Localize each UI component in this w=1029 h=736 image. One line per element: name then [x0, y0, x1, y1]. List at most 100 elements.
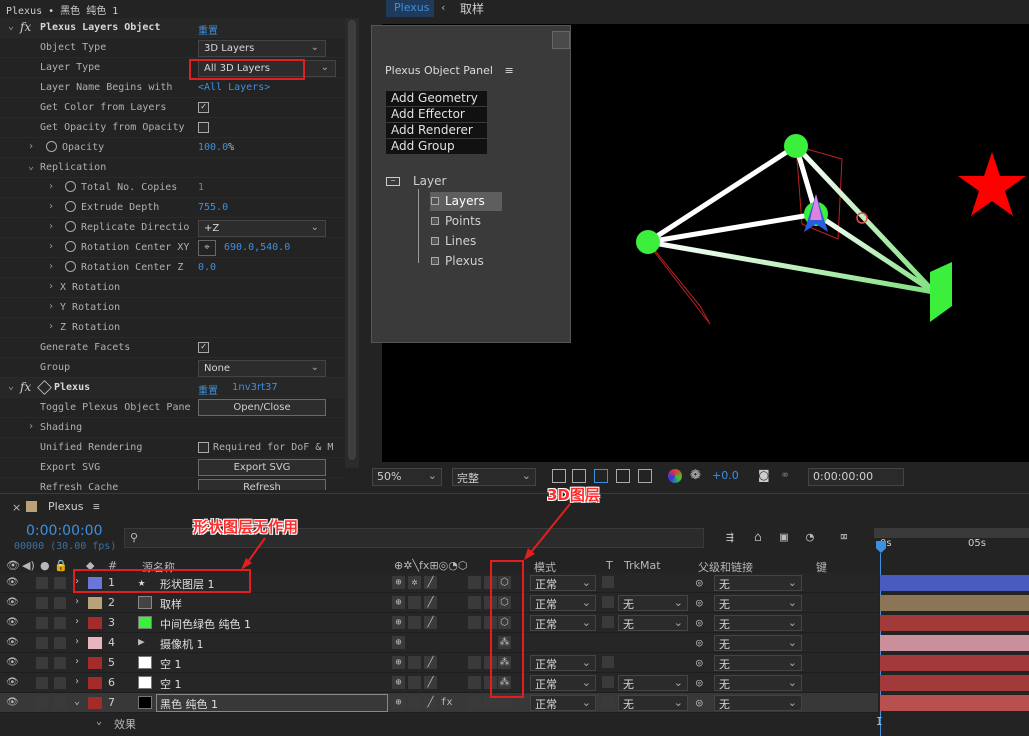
color-channel-icon[interactable]: [668, 469, 682, 483]
table-row[interactable]: 👁 › 6 空 1 ⊕ ╱ ⁂ 正常 ⌄ 无 ⌄ ◎ 无 ⌄: [0, 673, 878, 693]
table-row[interactable]: 👁 ⌄ 7 黑色 纯色 1 ⊕ ╱ fx 正常 ⌄ 无 ⌄ ◎ 无 ⌄: [0, 693, 878, 713]
timecode-display[interactable]: 0:00:00:00: [808, 468, 904, 486]
layer-duration-bar[interactable]: [880, 675, 1029, 691]
lock-toggle[interactable]: [54, 597, 66, 609]
layer-duration-bar[interactable]: [880, 655, 1029, 671]
trkmat-dropdown[interactable]: 无 ⌄: [618, 615, 688, 631]
stopwatch-icon[interactable]: [65, 241, 76, 252]
chevron-right-icon[interactable]: ›: [48, 301, 54, 312]
layer-name[interactable]: 中间色绿色 纯色 1: [160, 616, 251, 632]
chevron-down-icon[interactable]: ⌄: [74, 696, 80, 707]
stopwatch-icon[interactable]: [65, 181, 76, 192]
stopwatch-icon[interactable]: [65, 261, 76, 272]
tree-item-plexus[interactable]: Plexus: [445, 254, 484, 268]
collapse-icon[interactable]: −: [386, 177, 400, 186]
motion-blur-icon[interactable]: ◔: [806, 530, 814, 545]
refresh-button[interactable]: Refresh: [198, 479, 326, 490]
chevron-right-icon[interactable]: ›: [74, 596, 80, 607]
stopwatch-icon[interactable]: [46, 141, 57, 152]
label-color[interactable]: [88, 697, 102, 709]
mode-dropdown[interactable]: 正常 ⌄: [530, 655, 596, 671]
prop-value[interactable]: 0.0: [198, 262, 216, 273]
chevron-down-icon[interactable]: ⌄: [96, 716, 102, 727]
table-row[interactable]: 👁 › 5 空 1 ⊕ ╱ ⁂ 正常 ⌄ ◎ 无 ⌄: [0, 653, 878, 673]
chevron-right-icon[interactable]: ›: [48, 261, 54, 272]
mask-icon[interactable]: [594, 469, 608, 483]
quality-switch[interactable]: ╱: [424, 696, 437, 709]
lock-toggle[interactable]: [54, 677, 66, 689]
prop-value[interactable]: 100.0%: [198, 142, 234, 153]
quality-switch[interactable]: ╱: [424, 676, 437, 689]
chevron-down-icon[interactable]: ⌄: [8, 381, 14, 392]
chevron-right-icon[interactable]: ›: [28, 141, 34, 152]
solo-toggle[interactable]: [36, 677, 48, 689]
chevron-right-icon[interactable]: ›: [48, 281, 54, 292]
parent-dropdown[interactable]: 无 ⌄: [714, 595, 802, 611]
prop-value[interactable]: 755.0: [198, 202, 228, 213]
shy-switch[interactable]: ⊕: [392, 656, 405, 669]
layer-duration-bar[interactable]: [880, 575, 1029, 591]
group-dropdown[interactable]: None ⌄: [198, 360, 326, 377]
link-icon[interactable]: ⚭: [780, 468, 790, 482]
chevron-right-icon[interactable]: ›: [74, 676, 80, 687]
tab-plexus[interactable]: Plexus: [386, 0, 434, 17]
label-color[interactable]: [88, 677, 102, 689]
frame-blend-icon[interactable]: ▣: [780, 530, 788, 545]
export-svg-button[interactable]: Export SVG: [198, 459, 326, 476]
motion-blur-switch[interactable]: [468, 656, 481, 669]
tree-root-layer[interactable]: Layer: [413, 174, 446, 188]
effect-plexus[interactable]: ⌄ fx Plexus 重置 1nv3rt37: [0, 378, 345, 398]
preserve-transparency[interactable]: [602, 596, 614, 608]
menu-icon[interactable]: ≡: [504, 64, 513, 77]
pickwhip-icon[interactable]: ◎: [696, 676, 703, 689]
solo-toggle[interactable]: [36, 657, 48, 669]
mode-dropdown[interactable]: 正常 ⌄: [530, 675, 596, 691]
get-color-checkbox[interactable]: ✓: [198, 102, 209, 113]
shy-switch[interactable]: ⊕: [392, 576, 405, 589]
reset-link[interactable]: 重置: [198, 382, 218, 397]
replicate-direction-dropdown[interactable]: +Z ⌄: [198, 220, 326, 237]
preserve-transparency[interactable]: [602, 676, 614, 688]
layer-name[interactable]: 摄像机 1: [160, 636, 204, 652]
label-color[interactable]: [88, 637, 102, 649]
timeline-comp-name[interactable]: Plexus: [48, 500, 83, 513]
lock-toggle[interactable]: [54, 657, 66, 669]
mode-dropdown[interactable]: 正常 ⌄: [530, 695, 596, 711]
chevron-right-icon[interactable]: ›: [28, 421, 34, 432]
fx-icon[interactable]: fx: [20, 380, 31, 394]
pickwhip-icon[interactable]: ◎: [696, 656, 703, 669]
add-geometry-button[interactable]: Add Geometry: [386, 91, 487, 106]
chevron-right-icon[interactable]: ›: [48, 201, 54, 212]
parent-dropdown[interactable]: 无 ⌄: [714, 575, 802, 591]
timeline-time[interactable]: 0:00:00:00: [26, 523, 103, 539]
quality-switch[interactable]: ╱: [424, 656, 437, 669]
exposure-reset-icon[interactable]: ❁: [690, 468, 701, 483]
effects-group-label[interactable]: 效果: [114, 716, 136, 732]
stopwatch-icon[interactable]: [65, 221, 76, 232]
solo-toggle[interactable]: [36, 617, 48, 629]
motion-blur-switch[interactable]: [468, 676, 481, 689]
shy-switch[interactable]: ⊕: [392, 636, 405, 649]
mode-dropdown[interactable]: 正常 ⌄: [530, 595, 596, 611]
chevron-right-icon[interactable]: ›: [48, 241, 54, 252]
prop-value[interactable]: 690.0,540.0: [224, 242, 290, 253]
eye-icon[interactable]: 👁: [6, 577, 19, 588]
collapse-switch[interactable]: [408, 676, 421, 689]
chevron-down-icon[interactable]: ⌄: [8, 21, 14, 32]
stopwatch-icon[interactable]: [65, 201, 76, 212]
exposure-value[interactable]: +0.0: [712, 469, 739, 482]
eye-icon[interactable]: 👁: [6, 677, 19, 688]
lock-toggle[interactable]: [54, 617, 66, 629]
quality-switch[interactable]: ╱: [424, 596, 437, 609]
resolution-dropdown[interactable]: 完整 ⌄: [452, 468, 536, 486]
chevron-left-icon[interactable]: ‹: [440, 1, 447, 14]
shy-switch[interactable]: ⊕: [392, 676, 405, 689]
unified-rendering-checkbox[interactable]: [198, 442, 209, 453]
preserve-transparency[interactable]: [602, 696, 614, 708]
mode-dropdown[interactable]: 正常 ⌄: [530, 615, 596, 631]
layer-name[interactable]: 空 1: [160, 676, 182, 692]
mode-dropdown[interactable]: 正常 ⌄: [530, 575, 596, 591]
preserve-transparency[interactable]: [602, 616, 614, 628]
shy-switch[interactable]: ⊕: [392, 616, 405, 629]
motion-blur-switch[interactable]: [468, 596, 481, 609]
